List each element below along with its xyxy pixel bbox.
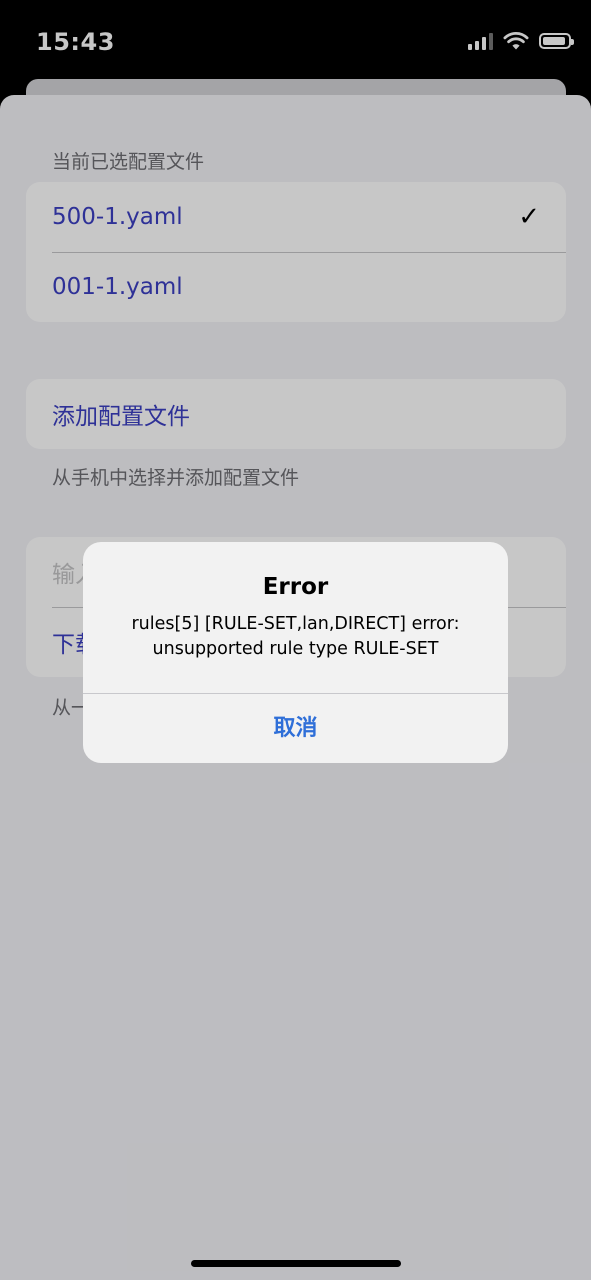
home-indicator[interactable]	[191, 1260, 401, 1267]
alert-message: rules[5] [RULE-SET,lan,DIRECT] error: un…	[99, 612, 492, 662]
error-alert: Error rules[5] [RULE-SET,lan,DIRECT] err…	[83, 542, 508, 763]
alert-message-line: rules[5] [RULE-SET,lan,DIRECT] error:	[131, 614, 460, 634]
cancel-button[interactable]: 取消	[83, 694, 508, 763]
alert-message-line: unsupported rule type RULE-SET	[152, 639, 439, 659]
alert-title: Error	[262, 574, 329, 600]
